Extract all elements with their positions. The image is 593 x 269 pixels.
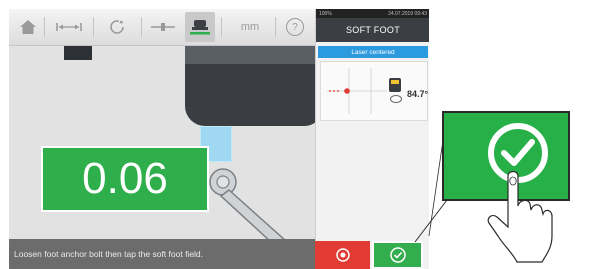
alignment-icon (151, 23, 175, 31)
motor-top-graphic (185, 46, 321, 64)
results-button[interactable] (145, 15, 181, 39)
rotate-icon (110, 20, 124, 34)
dimensions-icon (56, 23, 82, 31)
check-icon (389, 247, 406, 263)
status-message: Loosen foot anchor bolt then tap the sof… (9, 239, 315, 269)
top-toolbar: mm ? (9, 9, 315, 46)
machine-view: 0.06 (9, 46, 322, 269)
laser-status: Laser centered (318, 46, 428, 58)
confirm-button[interactable] (372, 241, 423, 269)
soft-foot-panel: 100% 24.07.2019 09:43 SOFT FOOT Laser ce… (315, 9, 429, 269)
panel-title: SOFT FOOT (316, 18, 429, 42)
help-button[interactable]: ? (283, 15, 307, 39)
system-bar: 100% 24.07.2019 09:43 (316, 9, 429, 18)
sensor-icon (389, 78, 401, 92)
target-cancel-icon (335, 248, 350, 262)
device-screen: mm ? 0.06 Loosen foot anchor bolt then t… (9, 9, 429, 269)
soft-foot-icon (190, 20, 210, 35)
soft-foot-value[interactable]: 0.06 (41, 146, 209, 212)
battery-status: 100% (319, 10, 332, 17)
help-icon: ? (286, 18, 304, 36)
top-bolt-graphic (64, 46, 92, 60)
motor-graphic (185, 64, 321, 126)
unit-toggle[interactable]: mm (235, 15, 265, 39)
cancel-button[interactable] (315, 241, 370, 269)
inclination-value: 84.7° (407, 89, 429, 99)
zoomed-confirm-button (442, 111, 570, 201)
home-icon (20, 20, 36, 34)
check-icon (488, 123, 548, 183)
soft-foot-tab[interactable] (185, 12, 215, 42)
home-button[interactable] (15, 15, 41, 39)
measure-button[interactable] (97, 15, 137, 39)
date-time: 24.07.2019 09:43 (388, 10, 427, 17)
dimensions-button[interactable] (49, 15, 89, 39)
eye-icon (390, 95, 402, 103)
